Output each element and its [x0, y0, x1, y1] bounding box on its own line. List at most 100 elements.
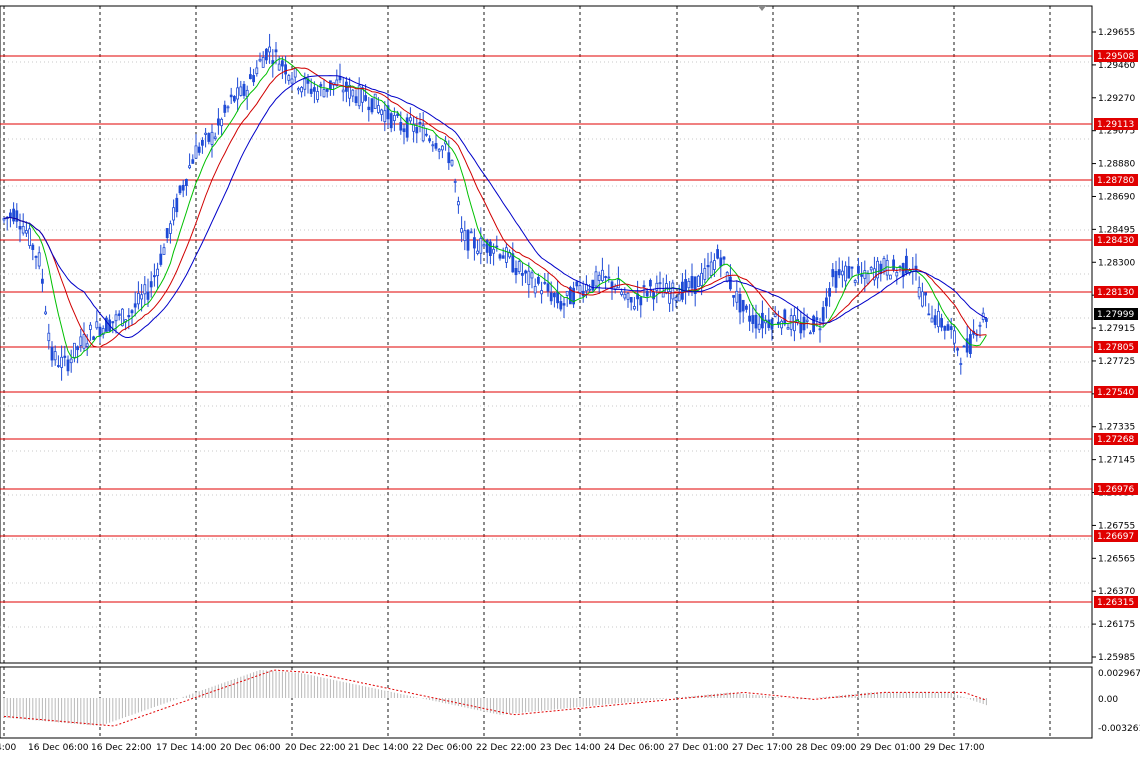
candle-body [258, 58, 262, 62]
price-axis-label: 1.28880 [1098, 160, 1135, 170]
price-axis-label: 1.27725 [1098, 357, 1135, 367]
candle-body [607, 276, 611, 279]
candle-body [594, 271, 598, 287]
level-price-tag-text: 1.27805 [1097, 343, 1134, 353]
candle-body [264, 48, 268, 61]
candle-body [143, 284, 147, 295]
price-axis-label: 1.27145 [1098, 456, 1135, 466]
candle-body [392, 115, 396, 122]
price-chart-canvas[interactable]: 1.296551.294601.292701.290751.288801.286… [0, 0, 1140, 756]
candle-body [553, 292, 556, 298]
candle-body [556, 291, 559, 304]
candle-body [978, 324, 982, 327]
trading-chart-window[interactable]: 1.29655 1.29460 1.29270 1.29075 1.28880 1.286… [0, 0, 1140, 756]
time-axis-label: 28 Dec 09:00 [796, 743, 857, 753]
candle-body [917, 287, 921, 298]
candle-body [133, 303, 137, 308]
candle-body [95, 321, 99, 329]
candle-body [914, 265, 918, 272]
candle-body [255, 67, 259, 75]
time-axis-label: 27 Dec 17:00 [732, 743, 793, 753]
time-axis-label: 4:00 [0, 743, 16, 753]
candle-body [476, 250, 480, 254]
candle-body [456, 201, 460, 206]
candle-body [940, 318, 943, 328]
price-axis-label: 1.28300 [1098, 258, 1135, 268]
candle-body [479, 237, 483, 254]
candle-body [517, 261, 521, 273]
candle-body [66, 359, 70, 372]
level-price-tag-text: 1.27268 [1097, 435, 1134, 445]
candle-body [367, 106, 371, 111]
candle-body [741, 299, 745, 312]
time-axis-label: 17 Dec 14:00 [156, 743, 217, 753]
candle-body [424, 133, 428, 136]
candle-body [213, 136, 217, 139]
candle-body [658, 282, 662, 285]
candle-body [591, 279, 595, 291]
candle-body [962, 345, 966, 348]
candle-body [530, 272, 534, 279]
candle-body [946, 324, 950, 331]
candle-body [815, 317, 819, 321]
candle-body [623, 293, 627, 299]
candle-body [18, 226, 22, 230]
candle-body [194, 145, 198, 159]
candle-body [757, 323, 761, 330]
candle-body [287, 75, 291, 81]
candle-body [482, 244, 486, 247]
candle-body [79, 336, 83, 346]
candle-body [546, 283, 550, 292]
candle-body [296, 88, 300, 91]
moving-average-medium [3, 67, 987, 348]
candle-body [687, 280, 691, 289]
candle-body [12, 208, 16, 222]
level-price-tag-text: 1.28780 [1097, 176, 1134, 186]
candle-body [34, 256, 38, 258]
candle-body [226, 106, 230, 109]
candle-body [892, 259, 895, 270]
candle-body [597, 274, 601, 281]
candle-body [175, 197, 179, 213]
candle-body [521, 272, 524, 276]
candle-body [821, 307, 825, 322]
candle-body [729, 276, 732, 290]
candle-body [463, 230, 467, 241]
candle-body [761, 312, 764, 329]
candle-body [290, 78, 294, 84]
candle-body [793, 315, 796, 332]
candle-body [69, 358, 73, 364]
candle-body [380, 109, 384, 115]
candle-body [24, 230, 28, 234]
time-axis-label: 22 Dec 22:00 [476, 743, 537, 753]
candle-body [504, 247, 508, 263]
candle-body [799, 323, 803, 334]
candle-body [633, 306, 636, 310]
price-axis-label: 1.28495 [1098, 225, 1135, 235]
candle-body [41, 278, 44, 284]
level-price-tag-text: 1.26976 [1097, 485, 1134, 495]
candle-body [460, 228, 464, 233]
level-price-tag-text: 1.28130 [1097, 288, 1134, 298]
candle-body [943, 325, 947, 331]
candle-body [140, 294, 144, 300]
candle-body [351, 89, 355, 97]
candle-body [178, 185, 182, 194]
candle-body [732, 295, 735, 298]
candle-body [716, 249, 719, 259]
candle-body [63, 355, 67, 358]
price-axis-label: 1.26175 [1098, 620, 1135, 630]
candle-body [809, 332, 812, 335]
time-axis-label: 21 Dec 14:00 [348, 743, 409, 753]
candle-body [89, 324, 92, 330]
candle-body [252, 75, 256, 83]
osc-axis-label-min: -0.003261 [1098, 724, 1140, 734]
candle-body [924, 292, 927, 296]
price-axis-label: 1.29655 [1098, 28, 1135, 38]
time-axis-label: 29 Dec 17:00 [924, 743, 985, 753]
candle-body [514, 268, 518, 276]
time-axis-label: 16 Dec 06:00 [28, 743, 89, 753]
candle-body [117, 313, 121, 316]
candle-body [933, 315, 937, 325]
candle-body [197, 146, 201, 153]
